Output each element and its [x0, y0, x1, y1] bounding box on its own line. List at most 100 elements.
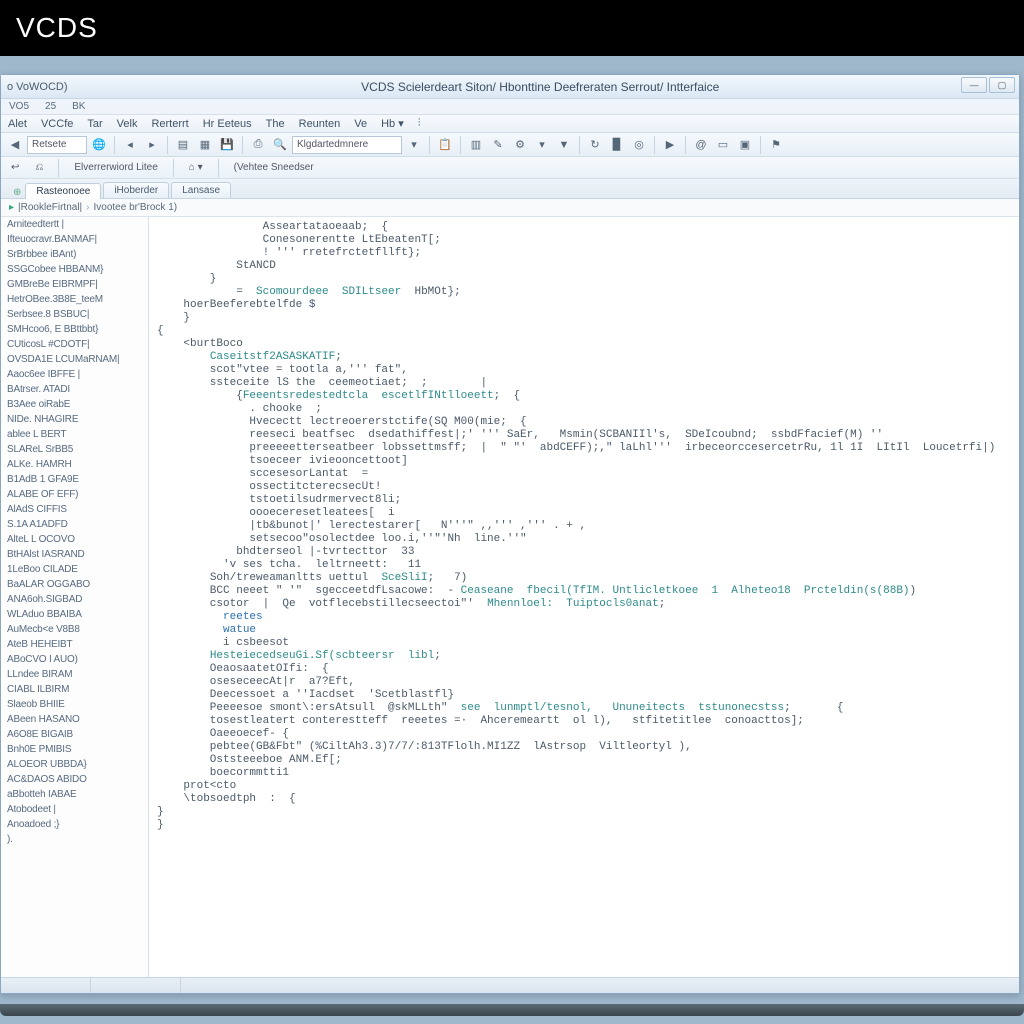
outline-item[interactable]: ABoCVO I AUO)	[1, 652, 148, 667]
code-line[interactable]: watue	[157, 624, 1011, 637]
code-line[interactable]: ssteceite lS the ceemeotiaet; ; |	[157, 377, 1011, 390]
back-icon[interactable]: ◀	[5, 135, 25, 155]
outline-item[interactable]: AlAdS CIFFIS	[1, 502, 148, 517]
outline-item[interactable]: AuMecb<e V8B8	[1, 622, 148, 637]
code-line[interactable]: oseseceecAt|r a7?Eft,	[157, 676, 1011, 689]
code-line[interactable]: bhdterseol |-tvrtecttor 33	[157, 546, 1011, 559]
outline-item[interactable]: Bnh0E PMIBIS	[1, 742, 148, 757]
caret-down-icon[interactable]: ▼	[554, 135, 574, 155]
outline-item[interactable]: CUticosL #CDOTF|	[1, 337, 148, 352]
menu-item[interactable]: Reunten	[292, 118, 348, 130]
menu-item[interactable]: Rerterrt	[144, 118, 195, 130]
play-icon[interactable]: ▶	[660, 135, 680, 155]
code-line[interactable]: {	[157, 325, 1011, 338]
selector-button[interactable]: (Vehtee Sneedser	[230, 162, 318, 173]
outline-item[interactable]: 1LeBoo CILADE	[1, 562, 148, 577]
outline-item[interactable]: AlteL L OCOVO	[1, 532, 148, 547]
code-line[interactable]: OeaosaatetOIfi: {	[157, 663, 1011, 676]
outline-item[interactable]: LLndee BIRAM	[1, 667, 148, 682]
code-line[interactable]: scot"vtee = tootla a,''' fat",	[157, 364, 1011, 377]
code-line[interactable]: }	[157, 273, 1011, 286]
code-line[interactable]: \tobsoedtph : {	[157, 793, 1011, 806]
at-icon[interactable]: @	[691, 135, 711, 155]
outline-item[interactable]: Arniteedtertt |	[1, 217, 148, 232]
dropdown-icon[interactable]: ▾	[532, 135, 552, 155]
code-line[interactable]: tosestleatert conterestteff reeetes =· A…	[157, 715, 1011, 728]
code-line[interactable]: boecormmtti1	[157, 767, 1011, 780]
code-line[interactable]: setsecoo"osolectdee loo.i,''"'Nh line.''…	[157, 533, 1011, 546]
code-line[interactable]: csotor | Qe votflecebstillecseectoi"' Mh…	[157, 598, 1011, 611]
code-line[interactable]: ossectitcterecsecUt!	[157, 481, 1011, 494]
code-line[interactable]: Oaeeoecef- {	[157, 728, 1011, 741]
outline-item[interactable]: B3Aee oiRabE	[1, 397, 148, 412]
toolbar-input-small[interactable]	[27, 136, 87, 154]
outline-item[interactable]: ALABE OF EFF)	[1, 487, 148, 502]
book-icon[interactable]: ▉	[607, 135, 627, 155]
code-line[interactable]: tstoetilsudrmervect8li;	[157, 494, 1011, 507]
code-line[interactable]: Hvecectt lectreoererstctife(SQ M00(mie; …	[157, 416, 1011, 429]
globe-icon[interactable]: 🌐	[89, 135, 109, 155]
code-line[interactable]: {Feeentsredestedtcla escetlfINtlloeett; …	[157, 390, 1011, 403]
outline-item[interactable]: ALOEOR UBBDA}	[1, 757, 148, 772]
code-line[interactable]: }	[157, 819, 1011, 832]
flag-icon[interactable]: ⚑	[766, 135, 786, 155]
chevron-down-icon[interactable]: ▾	[404, 135, 424, 155]
undo-icon[interactable]: ↩	[7, 162, 23, 173]
page-icon[interactable]: ▤	[173, 135, 193, 155]
code-line[interactable]: Oststeeeboe ANM.Ef[;	[157, 754, 1011, 767]
maximize-button[interactable]: ▢	[989, 77, 1015, 93]
outline-item[interactable]: Atobodeet |	[1, 802, 148, 817]
outline-item[interactable]: ablee L BERT	[1, 427, 148, 442]
code-line[interactable]: preeeeetterseatbeer lobssettmsff; | " "'…	[157, 442, 1011, 455]
outline-item[interactable]: GMBreBe EIBRMPF|	[1, 277, 148, 292]
outline-item[interactable]: ).	[1, 832, 148, 847]
outline-item[interactable]: WLAduo BBAIBA	[1, 607, 148, 622]
code-line[interactable]: HesteiecedseuGi.Sf(scbteersr libl;	[157, 650, 1011, 663]
tab-resources[interactable]: Rasteonoee	[25, 183, 101, 199]
code-line[interactable]: hoerBeeferebtelfde $	[157, 299, 1011, 312]
outline-item[interactable]: BAtrser. ATADI	[1, 382, 148, 397]
redo-icon[interactable]: ⎌	[31, 162, 47, 173]
titlebar[interactable]: o VoWOCD) VCDS Scielerdeart Siton/ Hbont…	[1, 75, 1019, 99]
menu-item[interactable]: VCCfe	[34, 118, 80, 130]
outline-item[interactable]: A6O8E BIGAIB	[1, 727, 148, 742]
plus-icon[interactable]: ⊕	[13, 187, 21, 198]
outline-item[interactable]: CIABL ILBIRM	[1, 682, 148, 697]
outline-item[interactable]: Aaoc6ee IBFFE |	[1, 367, 148, 382]
menu-item[interactable]: Hr Eeteus	[196, 118, 259, 130]
outline-item[interactable]: HetrOBee.3B8E_teeM	[1, 292, 148, 307]
code-line[interactable]: Conesonerentte LtEbeatenT[;	[157, 234, 1011, 247]
menu-item[interactable]: Alet	[1, 118, 34, 130]
outline-item[interactable]: Ifteuocravr.BANMAF|	[1, 232, 148, 247]
code-line[interactable]: StANCD	[157, 260, 1011, 273]
breadcrumb-item[interactable]: |RookleFirtnal|	[18, 202, 82, 213]
code-line[interactable]: reetes	[157, 611, 1011, 624]
code-editor[interactable]: Asseartataoeaab; { Conesonerentte LtEbea…	[149, 217, 1019, 977]
code-line[interactable]: ! ''' rretefrctetfllft};	[157, 247, 1011, 260]
outline-item[interactable]: aBbotteh IABAE	[1, 787, 148, 802]
code-line[interactable]: Peeeesoe smont\:ersAtsull @skMLLth" see …	[157, 702, 1011, 715]
window-icon[interactable]: ▭	[713, 135, 733, 155]
nav-prev-icon[interactable]: ◂	[120, 135, 140, 155]
menu-item[interactable]: Tar	[80, 118, 109, 130]
code-line[interactable]: }	[157, 312, 1011, 325]
target-icon[interactable]: ◎	[629, 135, 649, 155]
outline-item[interactable]: BtHAlst IASRAND	[1, 547, 148, 562]
outline-item[interactable]: SSGCobee HBBANM}	[1, 262, 148, 277]
code-line[interactable]: reeseci beatfsec dsedathiffest|;' ''' Sa…	[157, 429, 1011, 442]
code-line[interactable]: prot<cto	[157, 780, 1011, 793]
grid-icon[interactable]: ▥	[466, 135, 486, 155]
outline-sidebar[interactable]: Arniteedtertt |Ifteuocravr.BANMAF|SrBrbb…	[1, 217, 149, 977]
gear-icon[interactable]: ⚙	[510, 135, 530, 155]
code-line[interactable]: sccesesorLantat =	[157, 468, 1011, 481]
code-line[interactable]: Deecessoet a ''Iacdset 'Scetblastfl}	[157, 689, 1011, 702]
code-line[interactable]: . chooke ;	[157, 403, 1011, 416]
outline-item[interactable]: ALKe. HAMRH	[1, 457, 148, 472]
code-line[interactable]: pebtee(GB&Fbt" (%CiltAh3.3)7/7/:813TFlol…	[157, 741, 1011, 754]
breadcrumb-item[interactable]: Ivootee br'Brock 1)	[93, 202, 177, 213]
outline-item[interactable]: Serbsee.8 BSBUC|	[1, 307, 148, 322]
home-icon[interactable]: ⌂ ▾	[185, 162, 207, 173]
code-line[interactable]: Soh/treweamanltts uettul SceSliI; 7)	[157, 572, 1011, 585]
outline-item[interactable]: SLAReL SrBB5	[1, 442, 148, 457]
outline-item[interactable]: AC&DAOS ABIDO	[1, 772, 148, 787]
